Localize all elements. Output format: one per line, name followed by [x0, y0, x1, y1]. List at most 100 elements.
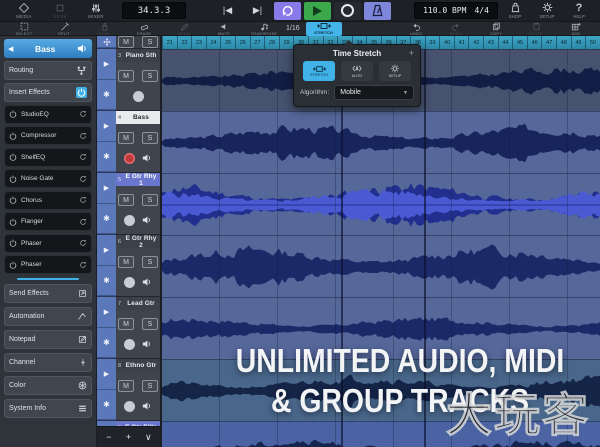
solo-button[interactable]: S: [142, 194, 158, 206]
popup-setup-button[interactable]: SETUP: [379, 61, 411, 81]
mute-button[interactable]: M: [118, 132, 134, 144]
track-cell[interactable]: 3Piano SthMS: [116, 49, 160, 111]
add-track-button[interactable]: +: [121, 432, 137, 442]
select-tool-button[interactable]: SELECT: [4, 22, 44, 36]
record-arm-button[interactable]: [124, 339, 135, 350]
insert-effect-slot-3[interactable]: ShelfEQ: [4, 148, 92, 167]
effect-power-icon[interactable]: [9, 196, 17, 204]
ruler-bar-42[interactable]: 42: [468, 36, 483, 49]
effect-power-icon[interactable]: [9, 110, 17, 118]
monitor-speaker-icon[interactable]: [142, 339, 152, 349]
section-send[interactable]: Send Effects: [4, 284, 92, 303]
mixer-button[interactable]: MIXER: [78, 1, 114, 21]
add-tool-button[interactable]: ADD: [556, 22, 596, 36]
inspector-track-header[interactable]: ◀ Bass: [4, 39, 92, 58]
insert-effect-slot-7[interactable]: Phaser: [4, 234, 92, 253]
track-play-icon[interactable]: ▶: [97, 49, 116, 80]
effect-power-icon[interactable]: [9, 175, 17, 183]
effect-cycle-icon[interactable]: [79, 175, 87, 183]
track-name-header[interactable]: 5E Gtr Rhy 1: [116, 173, 160, 186]
insert-effects-section[interactable]: Insert Effects: [4, 83, 92, 102]
ruler-bar-43[interactable]: 43: [483, 36, 498, 49]
record-button[interactable]: [334, 2, 361, 20]
ruler-bar-49[interactable]: 49: [571, 36, 586, 49]
section-channel[interactable]: Channel: [4, 353, 92, 372]
redo-tool-button[interactable]: REDO: [436, 22, 476, 36]
record-arm-button[interactable]: [124, 215, 135, 226]
track-play-icon[interactable]: ▶: [97, 297, 116, 328]
cycle-button[interactable]: [274, 2, 301, 20]
insert-effects-power-icon[interactable]: [76, 87, 87, 98]
track-name-header[interactable]: 7Lead Gtr: [116, 297, 160, 310]
effect-power-icon[interactable]: [9, 132, 17, 140]
solo-button[interactable]: S: [142, 256, 158, 268]
solo-button[interactable]: S: [142, 380, 158, 392]
undo-tool-button[interactable]: UNDO: [396, 22, 436, 36]
play-button[interactable]: [304, 2, 331, 20]
record-arm-button[interactable]: [133, 91, 144, 102]
song-position-display[interactable]: 34.3.3: [122, 2, 186, 19]
monitor-speaker-icon[interactable]: [142, 277, 152, 287]
collapse-tracks-button[interactable]: ∨: [140, 432, 156, 442]
ruler-bar-48[interactable]: 48: [556, 36, 571, 49]
track-cell[interactable]: 8Ethno GtrMS: [116, 359, 160, 421]
effect-cycle-icon[interactable]: [79, 261, 87, 269]
section-notepad[interactable]: Notepad: [4, 330, 92, 349]
track-name-header[interactable]: 4Bass: [116, 111, 160, 124]
track-freeze-icon[interactable]: ✱: [97, 266, 116, 297]
ruler-bar-24[interactable]: 24: [206, 36, 221, 49]
shop-button[interactable]: SHOP: [500, 1, 530, 21]
popup-move-icon[interactable]: +: [409, 48, 414, 58]
track-cell[interactable]: 4BassMS: [116, 111, 160, 173]
record-arm-button[interactable]: [124, 401, 135, 412]
help-button[interactable]: ? HELP: [564, 1, 594, 21]
mute-button[interactable]: M: [118, 70, 134, 82]
record-arm-button[interactable]: [124, 277, 135, 288]
arrange-lane-e-gtr-rhy-2[interactable]: [162, 235, 600, 297]
effect-cycle-icon[interactable]: [79, 196, 87, 204]
effect-power-icon[interactable]: [9, 218, 17, 226]
track-row-piano-sth[interactable]: ▶✱3Piano SthMS: [97, 49, 160, 111]
routing-section[interactable]: Routing: [4, 61, 92, 80]
track-row-lead-gtr[interactable]: ▶✱7Lead GtrMS: [97, 297, 160, 359]
solo-button[interactable]: S: [142, 36, 158, 48]
effect-cycle-icon[interactable]: [79, 218, 87, 226]
ruler-bar-21[interactable]: 21: [162, 36, 177, 49]
time-stretch-tool-button[interactable]: STRETCH: [306, 22, 342, 36]
track-play-icon[interactable]: ▶: [97, 235, 116, 266]
ruler-bar-28[interactable]: 28: [264, 36, 279, 49]
track-freeze-icon[interactable]: ✱: [97, 80, 116, 111]
insert-effect-slot-6[interactable]: Flanger: [4, 212, 92, 231]
erase-tool-button[interactable]: ERASE: [124, 22, 164, 36]
effect-cycle-icon[interactable]: [79, 239, 87, 247]
solo-button[interactable]: S: [142, 318, 158, 330]
effect-power-icon[interactable]: [9, 261, 17, 269]
arrange-area[interactable]: UNLIMITED AUDIO, MIDI & GROUP TRACKS 大玩客: [162, 49, 600, 447]
record-arm-button[interactable]: [124, 153, 135, 164]
track-row-partial[interactable]: MS: [97, 36, 160, 49]
track-row-bass[interactable]: ▶✱4BassMS: [97, 111, 160, 173]
popup-stretch-button[interactable]: STRETCH: [303, 61, 335, 81]
ruler-bar-23[interactable]: 23: [191, 36, 206, 49]
monitor-speaker-icon[interactable]: [142, 401, 152, 411]
algorithm-select[interactable]: Mobile ▼: [334, 85, 414, 100]
glue-tool-button[interactable]: GLUE: [84, 22, 124, 36]
effect-power-icon[interactable]: [9, 153, 17, 161]
section-sysinfo[interactable]: System Info: [4, 399, 92, 418]
ruler-bar-27[interactable]: 27: [250, 36, 265, 49]
track-cell[interactable]: 7Lead Gtr MS: [116, 297, 160, 359]
go-to-end-button[interactable]: ▶|: [244, 2, 271, 20]
ruler-bar-25[interactable]: 25: [220, 36, 235, 49]
mute-button[interactable]: M: [118, 318, 134, 330]
ruler-bar-47[interactable]: 47: [541, 36, 556, 49]
effect-cycle-icon[interactable]: [79, 132, 87, 140]
track-name-header[interactable]: 8Ethno Gtr: [116, 359, 160, 372]
track-play-icon[interactable]: ▶: [97, 359, 116, 390]
popup-auto-button[interactable]: AUTO: [341, 61, 373, 81]
keys-button[interactable]: KEYS: [42, 1, 78, 21]
paste-tool-button[interactable]: PASTE: [516, 22, 556, 36]
mute-button[interactable]: M: [118, 36, 134, 48]
track-freeze-icon[interactable]: ✱: [97, 142, 116, 173]
ruler-bar-29[interactable]: 29: [279, 36, 294, 49]
ruler-bar-40[interactable]: 40: [439, 36, 454, 49]
